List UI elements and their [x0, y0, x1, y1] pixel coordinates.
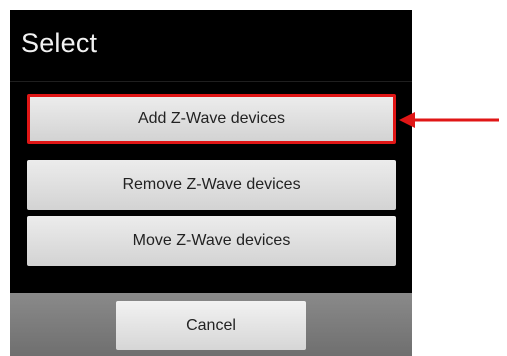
screenshot-stage: Select Add Z-Wave devices Remove Z-Wave …: [0, 0, 507, 356]
cancel-button[interactable]: Cancel: [116, 301, 306, 350]
move-z-wave-devices-button[interactable]: Move Z-Wave devices: [27, 216, 396, 266]
remove-z-wave-devices-button[interactable]: Remove Z-Wave devices: [27, 160, 396, 210]
dialog-footer: Cancel: [10, 293, 412, 356]
dialog-title: Select: [21, 28, 98, 58]
select-dialog: Select Add Z-Wave devices Remove Z-Wave …: [10, 10, 412, 356]
title-divider: [10, 81, 412, 82]
annotation-arrow-icon: [399, 112, 499, 128]
add-z-wave-devices-button[interactable]: Add Z-Wave devices: [27, 94, 396, 144]
